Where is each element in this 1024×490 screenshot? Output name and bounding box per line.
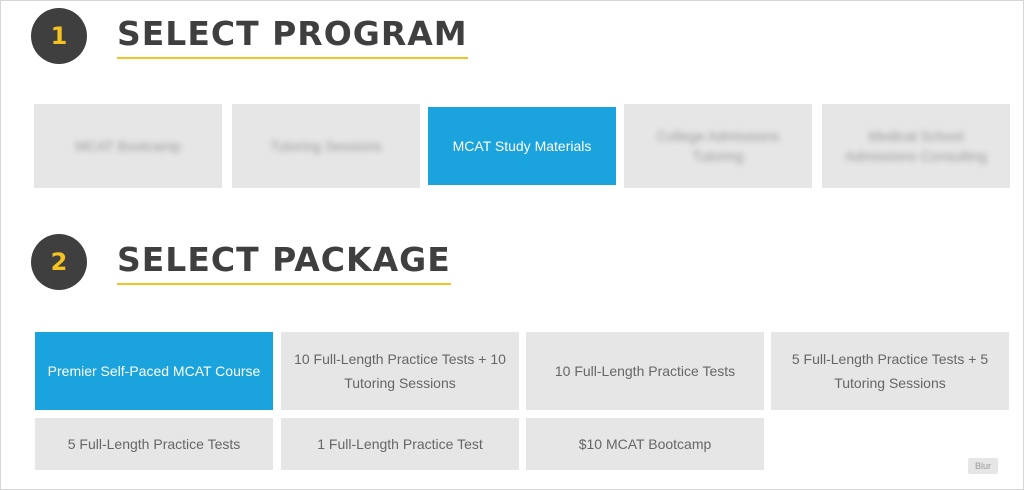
- program-option-mcat-bootcamp[interactable]: MCAT Bootcamp: [34, 104, 222, 188]
- package-option-label: 1 Full-Length Practice Test: [317, 436, 483, 452]
- program-options: MCAT Bootcamp Tutoring Sessions MCAT Stu…: [34, 104, 1010, 188]
- package-option-label: Premier Self-Paced MCAT Course: [47, 363, 261, 379]
- program-option-label: Tutoring Sessions: [270, 138, 382, 154]
- package-option-10-tests-10-tutoring[interactable]: 10 Full-Length Practice Tests + 10 Tutor…: [281, 332, 519, 410]
- step-2-badge: 2: [31, 234, 87, 290]
- program-option-college-admissions-tutoring[interactable]: College Admissions Tutoring: [624, 104, 812, 188]
- program-option-label: College Admissions Tutoring: [656, 128, 780, 164]
- blur-badge: Blur: [968, 458, 998, 474]
- package-option-label: 10 Full-Length Practice Tests: [554, 363, 736, 379]
- package-option-label: 5 Full-Length Practice Tests: [67, 436, 241, 452]
- program-option-label: MCAT Study Materials: [452, 138, 592, 154]
- step-2-number: 2: [50, 248, 68, 276]
- package-option-1-test[interactable]: 1 Full-Length Practice Test: [281, 418, 519, 470]
- program-option-label: Medical School Admissions Consulting: [845, 128, 987, 164]
- package-option-10-dollar-bootcamp[interactable]: $10 MCAT Bootcamp: [526, 418, 764, 470]
- package-option-premier-self-paced[interactable]: Premier Self-Paced MCAT Course: [35, 332, 273, 410]
- step-1-badge: 1: [31, 8, 87, 64]
- program-option-mcat-study-materials[interactable]: MCAT Study Materials: [428, 107, 616, 185]
- package-option-5-tests[interactable]: 5 Full-Length Practice Tests: [35, 418, 273, 470]
- select-program-heading: SELECT PROGRAM: [117, 14, 468, 59]
- package-option-label: 5 Full-Length Practice Tests + 5 Tutorin…: [791, 351, 989, 391]
- program-option-medical-school-admissions[interactable]: Medical School Admissions Consulting: [822, 104, 1010, 188]
- program-option-tutoring-sessions[interactable]: Tutoring Sessions: [232, 104, 420, 188]
- package-option-10-tests[interactable]: 10 Full-Length Practice Tests: [526, 332, 764, 410]
- package-option-5-tests-5-tutoring[interactable]: 5 Full-Length Practice Tests + 5 Tutorin…: [771, 332, 1009, 410]
- step-1-number: 1: [50, 22, 68, 50]
- package-option-label: 10 Full-Length Practice Tests + 10 Tutor…: [294, 351, 506, 391]
- package-option-label: $10 MCAT Bootcamp: [578, 436, 712, 452]
- select-package-heading: SELECT PACKAGE: [117, 240, 451, 285]
- program-option-label: MCAT Bootcamp: [75, 138, 181, 154]
